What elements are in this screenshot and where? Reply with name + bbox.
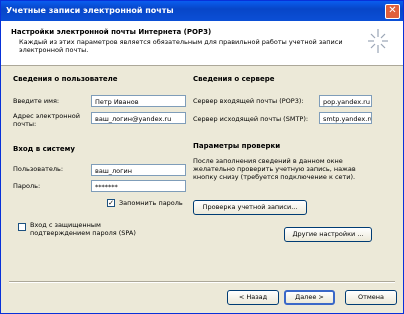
user-label: Пользователь: [13, 165, 64, 173]
outgoing-server-label: Сервер исходящей почты (SMTP): [193, 115, 309, 123]
name-field[interactable]: Петр Иванов [91, 95, 186, 107]
footer-separator [9, 281, 395, 283]
remember-password-label[interactable]: Запомнить пароль [119, 199, 183, 207]
remember-password-checkbox[interactable]: ✓ [107, 199, 115, 207]
window-title: Учетные записи электронной почты [6, 6, 174, 15]
password-field[interactable]: ******* [91, 180, 186, 192]
spa-label[interactable]: Вход с защищенным подтверждением пароля … [30, 221, 160, 237]
check-settings-description: После заполнения сведений в данном окне … [193, 157, 356, 181]
outgoing-server-field[interactable]: smtp.yandex.ru [319, 112, 372, 124]
email-field[interactable]: ваш_логин@yandex.ru [91, 112, 186, 124]
email-label: Адрес электронной почты: [13, 112, 80, 128]
next-button[interactable]: Далее > [284, 290, 335, 305]
test-account-button[interactable]: Проверка учетной записи... [193, 200, 307, 215]
close-icon[interactable]: ✕ [385, 4, 400, 19]
sparkle-icon [368, 29, 388, 53]
incoming-server-field[interactable]: pop.yandex.ru [319, 95, 372, 107]
header-title: Настройки электронной почты Интернета (P… [11, 28, 212, 36]
name-label: Введите имя: [13, 97, 60, 105]
spa-checkbox[interactable] [18, 223, 26, 231]
dialog-window: Учетные записи электронной почты ✕ Настр… [0, 0, 404, 314]
title-bar[interactable]: Учетные записи электронной почты ✕ [1, 1, 403, 21]
cancel-button[interactable]: Отмена [345, 290, 397, 305]
login-title: Вход в систему [13, 145, 75, 153]
back-button[interactable]: < Назад [227, 290, 279, 305]
user-field[interactable]: ваш_логин [91, 164, 186, 176]
user-info-title: Сведения о пользователе [13, 75, 118, 83]
header-description: Каждый из этих параметров является обяза… [19, 38, 343, 54]
more-settings-button[interactable]: Другие настройки ... [284, 227, 372, 242]
server-info-title: Сведения о сервере [193, 75, 275, 83]
incoming-server-label: Сервер входящей почты (POP3): [193, 97, 304, 105]
header-panel: Настройки электронной почты Интернета (P… [1, 21, 403, 66]
check-settings-title: Параметры проверки [193, 142, 281, 150]
password-label: Пароль: [13, 182, 41, 190]
